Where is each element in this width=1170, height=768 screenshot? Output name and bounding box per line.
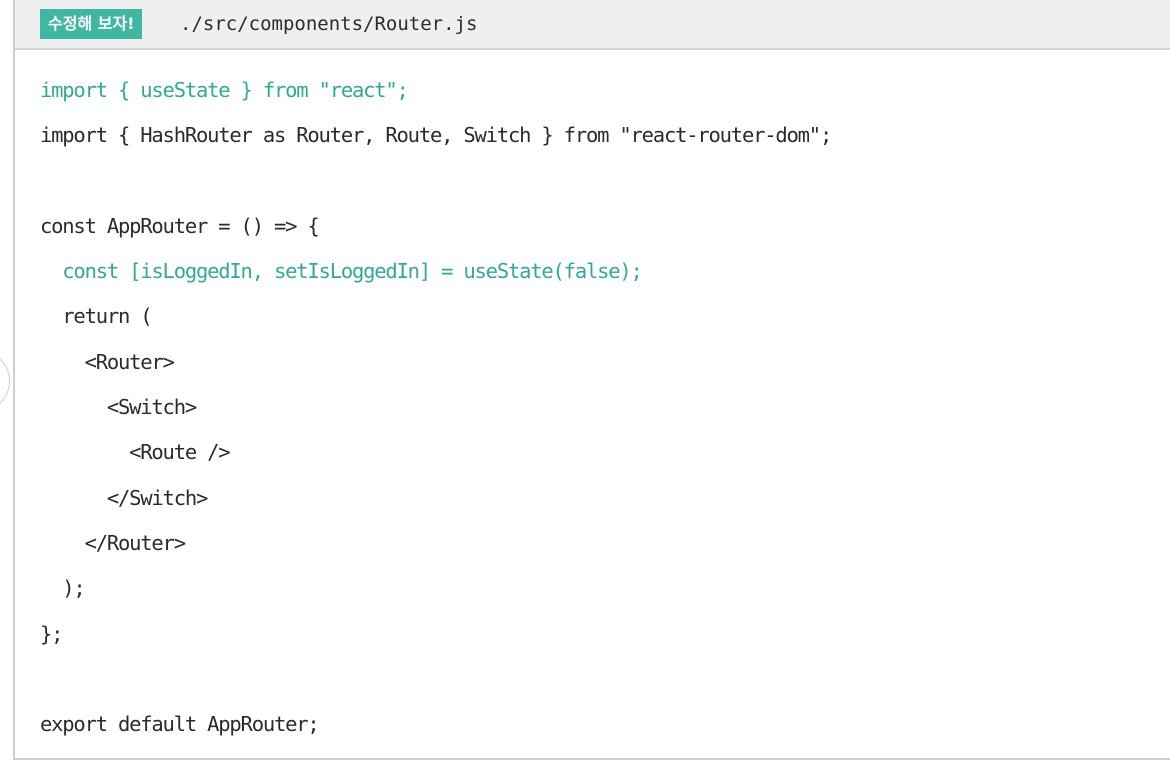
code-line-highlighted: const [isLoggedIn, setIsLoggedIn] = useS… — [40, 259, 643, 284]
code-line: <Switch> — [40, 395, 197, 420]
edit-badge: 수정해 보자! — [40, 9, 143, 39]
page: 수정해 보자! ./src/components/Router.js impor… — [0, 0, 1170, 768]
code-listing-box: 수정해 보자! ./src/components/Router.js impor… — [13, 0, 1170, 760]
code-block: import { useState } from "react"; import … — [40, 68, 832, 747]
code-line: ); — [40, 576, 85, 601]
code-line-highlighted: import { useState } from "react"; — [40, 78, 409, 102]
code-line: <Route /> — [40, 440, 230, 465]
code-line: </Router> — [40, 530, 186, 555]
file-path-label: ./src/components/Router.js — [180, 13, 478, 35]
code-line: const AppRouter = () => { — [40, 213, 320, 238]
code-line: return ( — [40, 304, 152, 329]
page-margin-circle-decoration — [0, 350, 10, 412]
code-line: <Router> — [40, 349, 175, 374]
code-line: export default AppRouter; — [40, 712, 320, 737]
code-listing-header: 수정해 보자! ./src/components/Router.js — [15, 0, 1170, 50]
code-line: </Switch> — [40, 485, 208, 510]
code-line: import { HashRouter as Router, Route, Sw… — [40, 123, 832, 148]
code-line: }; — [40, 621, 63, 646]
